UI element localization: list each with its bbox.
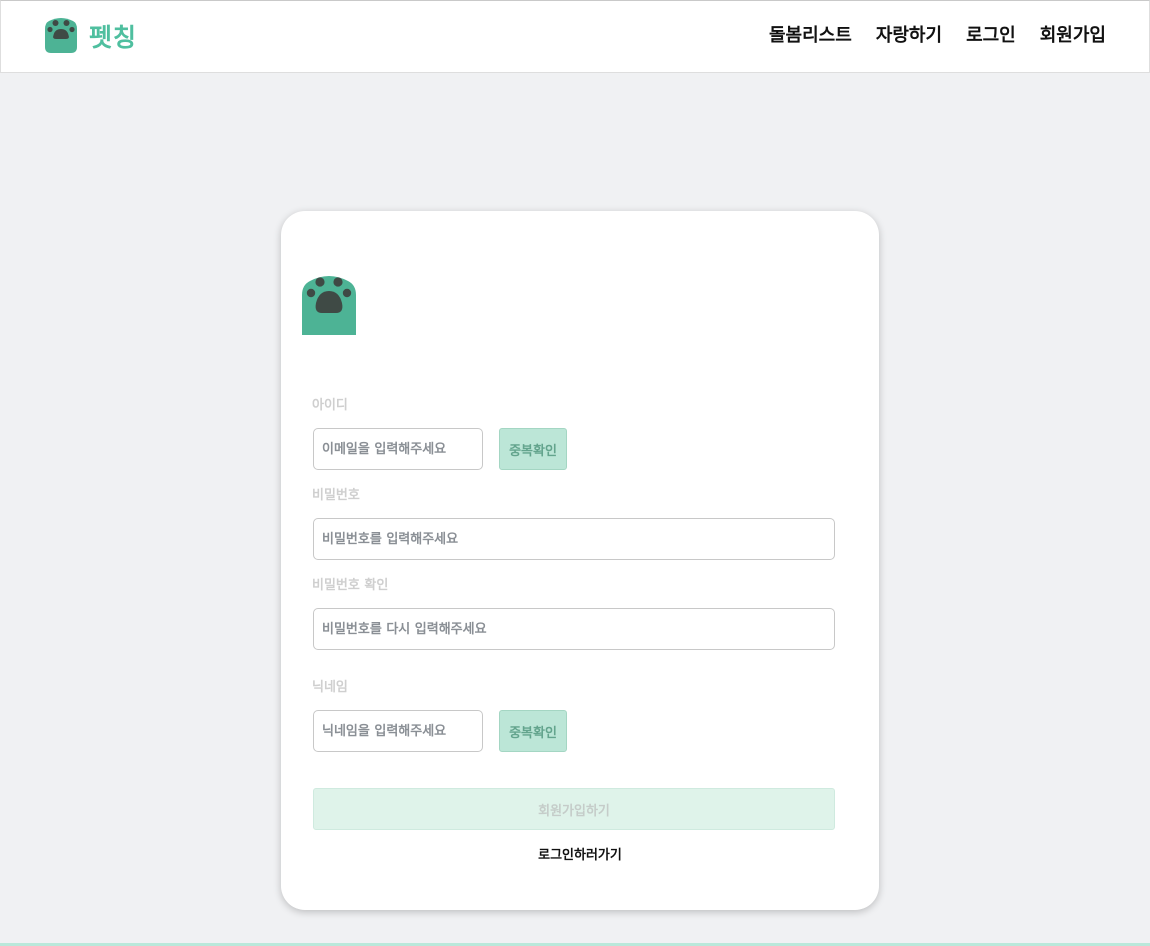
password-input[interactable] [313, 518, 835, 560]
brand-name: 펫칭 [89, 23, 138, 52]
go-to-login-link[interactable]: 로그인하러가기 [281, 844, 879, 863]
nav-boast[interactable]: 자랑하기 [876, 23, 942, 49]
nickname-duplicate-check-button[interactable]: 중복확인 [499, 710, 567, 752]
signup-submit-button[interactable]: 회원가입하기 [313, 788, 835, 830]
main-nav: 돌봄리스트 자랑하기 로그인 회원가입 [769, 23, 1106, 49]
page: 펫칭 돌봄리스트 자랑하기 로그인 회원가입 아이디 중복확인 비밀번호 비밀번… [0, 0, 1150, 946]
email-input[interactable] [313, 428, 483, 470]
nickname-label: 닉네임 [312, 680, 348, 695]
nickname-input[interactable] [313, 710, 483, 752]
password-label: 비밀번호 [312, 488, 360, 503]
top-header: 펫칭 돌봄리스트 자랑하기 로그인 회원가입 [0, 0, 1150, 73]
paw-icon [45, 15, 77, 57]
password-confirm-input[interactable] [313, 608, 835, 650]
nav-care-list[interactable]: 돌봄리스트 [769, 23, 852, 49]
signup-card: 아이디 중복확인 비밀번호 비밀번호 확인 닉네임 중복확인 회원가입하기 로그… [281, 211, 879, 910]
id-duplicate-check-button[interactable]: 중복확인 [499, 428, 567, 470]
password-confirm-label: 비밀번호 확인 [312, 578, 389, 593]
home-logo-link[interactable]: 펫칭 [45, 16, 137, 56]
nav-signup[interactable]: 회원가입 [1040, 23, 1106, 49]
nav-login[interactable]: 로그인 [966, 23, 1016, 49]
id-label: 아이디 [312, 398, 348, 413]
paw-icon [302, 271, 356, 339]
